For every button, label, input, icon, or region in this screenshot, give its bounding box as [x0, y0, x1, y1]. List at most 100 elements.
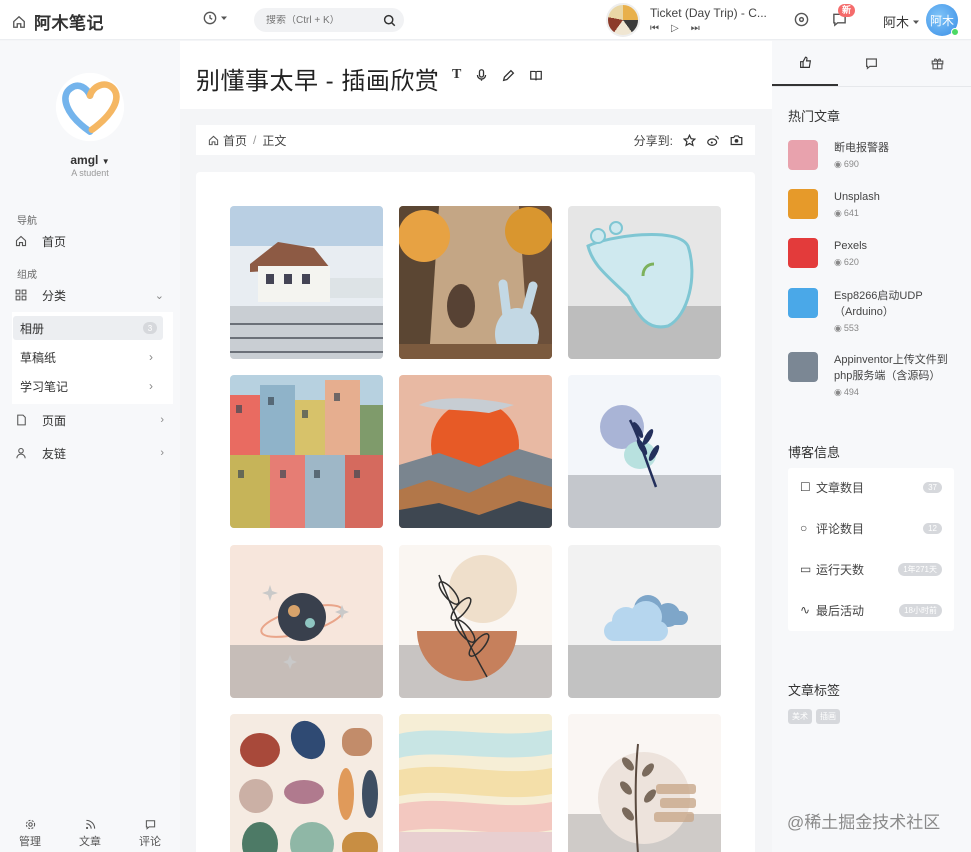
book-icon[interactable] [529, 69, 543, 82]
info-row-days: ▭ 运行天数 1年271天 [800, 561, 942, 577]
gallery-image[interactable] [230, 714, 383, 852]
sidebar-item-label: 页面 [42, 413, 67, 428]
caret-down-icon: ▼ [101, 157, 110, 166]
grid-icon [15, 289, 27, 301]
colorful-city-illustration [230, 375, 383, 528]
leaf-circle-illustration [568, 375, 721, 528]
gallery-image[interactable] [568, 714, 721, 852]
breadcrumb: 首页 / 正文 分享到: [196, 125, 755, 155]
info-value: 18小时前 [899, 603, 942, 617]
thumbs-up-icon [799, 56, 811, 68]
gallery-image[interactable] [568, 375, 721, 528]
post-title: Unsplash [834, 191, 880, 203]
chevron-right-icon: › [149, 350, 153, 364]
gallery-image[interactable] [230, 545, 383, 698]
gallery-image[interactable] [399, 206, 552, 359]
watermark: @稀土掘金技术社区 [787, 813, 941, 832]
track-title: Ticket (Day Trip) - C... [650, 6, 767, 20]
info-value: 12 [923, 522, 942, 534]
info-value: 37 [923, 481, 942, 493]
tab-hot[interactable] [772, 41, 839, 86]
gallery-image[interactable] [568, 206, 721, 359]
star-icon[interactable] [683, 133, 696, 147]
profile-subtitle: A student [71, 168, 109, 178]
heart-logo [55, 72, 125, 142]
top-bar: 阿木笔记 Ticket (Day Trip) - C... ⏮ ▷ ⏭ 新 阿木… [0, 0, 971, 40]
activity-icon: ∿ [800, 603, 811, 617]
post-thumbnail [788, 140, 818, 170]
breadcrumb-current: 正文 [262, 133, 287, 148]
abstract-shapes-illustration [230, 714, 383, 852]
comment-icon [866, 58, 877, 70]
profile-menu[interactable]: amgl ▼ [0, 153, 180, 167]
home-icon [13, 15, 25, 28]
history-dropdown[interactable] [203, 11, 228, 25]
tag-chip[interactable]: 插画 [816, 709, 840, 724]
comment-icon [145, 820, 155, 830]
hot-post-item[interactable]: Esp8266启动UDP（Arduino） ◉ 553 [788, 288, 963, 336]
gallery-card [196, 172, 755, 852]
tag-chip[interactable]: 美术 [788, 709, 812, 724]
category-submenu: 相册 3 草稿纸 › 学习笔记 › [12, 312, 173, 404]
gallery-image[interactable] [230, 375, 383, 528]
sidebar-item-album[interactable]: 相册 3 [13, 316, 163, 340]
brand-link[interactable]: 阿木笔记 [12, 9, 104, 34]
sidebar-item-study-notes[interactable]: 学习笔记 › [13, 374, 163, 398]
sidebar-item-label: 学习笔记 [20, 379, 69, 394]
red-sun-mountains-illustration [399, 375, 552, 528]
gallery-image[interactable] [568, 545, 721, 698]
hot-post-item[interactable]: Unsplash ◉ 641 [788, 189, 963, 221]
search-box[interactable] [254, 8, 404, 32]
next-track-icon[interactable]: ⏭ [691, 24, 700, 34]
comment-icon: ○ [800, 521, 808, 535]
hot-post-item[interactable]: Pexels ◉ 620 [788, 238, 963, 270]
post-thumbnail [788, 189, 818, 219]
articles-button[interactable]: 文章 [60, 815, 120, 852]
sidebar-item-draft[interactable]: 草稿纸 › [13, 345, 163, 369]
edit-icon[interactable] [502, 69, 515, 82]
search-input[interactable] [266, 14, 376, 26]
sidebar-item-pages[interactable]: 页面 › [14, 408, 164, 432]
breadcrumb-home[interactable]: 首页 [208, 132, 247, 149]
sidebar-item-label: 首页 [42, 234, 67, 249]
post-thumbnail [788, 238, 818, 268]
gallery-image[interactable] [399, 714, 552, 852]
weibo-icon[interactable] [706, 134, 720, 147]
gallery-image[interactable] [399, 545, 552, 698]
manage-button[interactable]: 管理 [0, 815, 60, 852]
tab-gift[interactable] [905, 41, 971, 86]
sidebar-item-home[interactable]: 首页 [14, 229, 164, 253]
camera-icon[interactable] [730, 134, 743, 146]
gallery-image[interactable] [230, 206, 383, 359]
info-row-comments: ○ 评论数目 12 [800, 520, 942, 536]
brand-title: 阿木笔记 [34, 14, 104, 33]
microphone-icon[interactable] [475, 68, 488, 82]
eye-icon: ◉ [834, 257, 842, 267]
search-icon[interactable] [383, 14, 396, 27]
user-menu[interactable]: 阿木 [883, 12, 920, 31]
post-views: 690 [843, 159, 859, 169]
post-title: 断电报警器 [834, 142, 889, 154]
disc-icon[interactable] [794, 12, 809, 27]
info-label: 文章数目 [816, 480, 865, 495]
font-size-icon[interactable]: T [452, 67, 461, 83]
sidebar-item-links[interactable]: 友链 › [14, 441, 164, 465]
comments-button[interactable]: 评论 [120, 815, 180, 852]
info-row-articles: ☐ 文章数目 37 [800, 479, 942, 495]
home-icon [15, 235, 27, 247]
user-icon [16, 447, 26, 459]
player-info: Ticket (Day Trip) - C... ⏮ ▷ ⏭ [650, 6, 774, 34]
album-cover[interactable] [606, 3, 640, 37]
calendar-icon: ▭ [800, 562, 812, 576]
post-views: 620 [843, 257, 859, 267]
info-value: 1年271天 [898, 562, 942, 576]
page-title: 别懂事太早 - 插画欣赏 [196, 68, 440, 95]
sidebar-item-category[interactable]: 分类 ⌄ [14, 283, 164, 307]
gallery-image[interactable] [399, 375, 552, 528]
gift-icon [931, 58, 944, 70]
tab-comments[interactable] [838, 41, 904, 86]
prev-track-icon[interactable]: ⏮ [650, 24, 659, 34]
play-icon[interactable]: ▷ [671, 24, 679, 34]
hot-post-item[interactable]: Appinventor上传文件到php服务端（含源码） ◉ 494 [788, 352, 963, 400]
hot-post-item[interactable]: 断电报警器 ◉ 690 [788, 140, 963, 172]
